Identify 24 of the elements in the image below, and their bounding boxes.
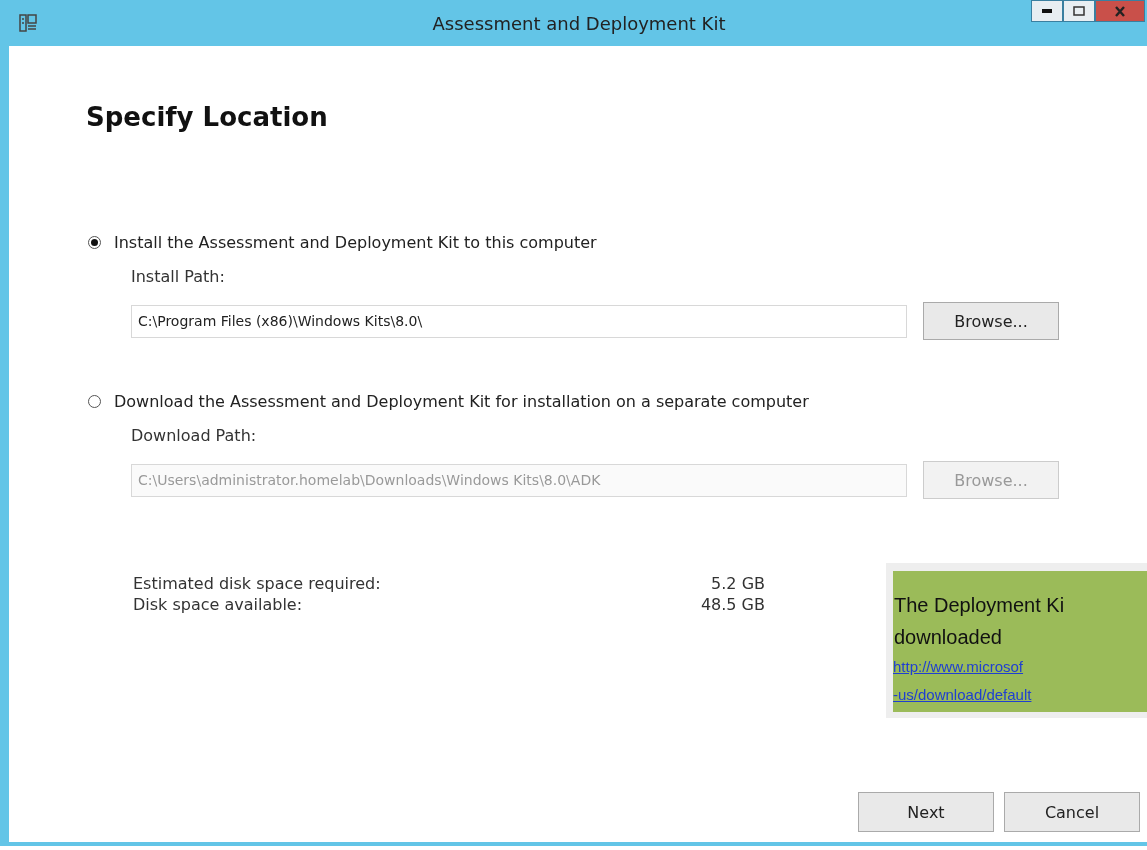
maximize-button[interactable] [1063, 0, 1095, 22]
callout-link[interactable]: http://www.microsof [893, 653, 1024, 681]
callout-text: The Deployment Ki [893, 593, 1065, 618]
disk-label: Disk space available: [133, 595, 304, 614]
browse-button[interactable]: Browse... [923, 302, 1059, 340]
maximize-icon [1073, 6, 1085, 16]
close-button[interactable] [1095, 0, 1145, 22]
radio-option[interactable]: Install the Assessment and Deployment Kit to this computer [114, 233, 597, 252]
minimize-button[interactable] [1031, 0, 1063, 22]
dialog-button[interactable]: Cancel [1004, 792, 1140, 832]
close-icon [1114, 5, 1126, 17]
minimize-icon [1042, 9, 1052, 13]
callout-text: downloaded [893, 625, 1002, 650]
path-label: Download Path: [131, 426, 257, 445]
page-heading: Specify Location [86, 102, 329, 132]
disk-value: 48.5 GB [699, 595, 765, 614]
path-field[interactable]: C:\Program Files (x86)\Windows Kits\8.0\ [131, 304, 907, 338]
disk-value: 5.2 GB [710, 574, 765, 593]
disk-label: Estimated disk space required: [133, 574, 382, 593]
app-icon [19, 13, 37, 33]
dialog-button[interactable]: Next [858, 792, 994, 832]
callout-link[interactable]: -us/download/default [893, 681, 1032, 709]
path-label: Install Path: [131, 267, 225, 286]
window-title: Assessment and Deployment Kit [431, 12, 727, 34]
